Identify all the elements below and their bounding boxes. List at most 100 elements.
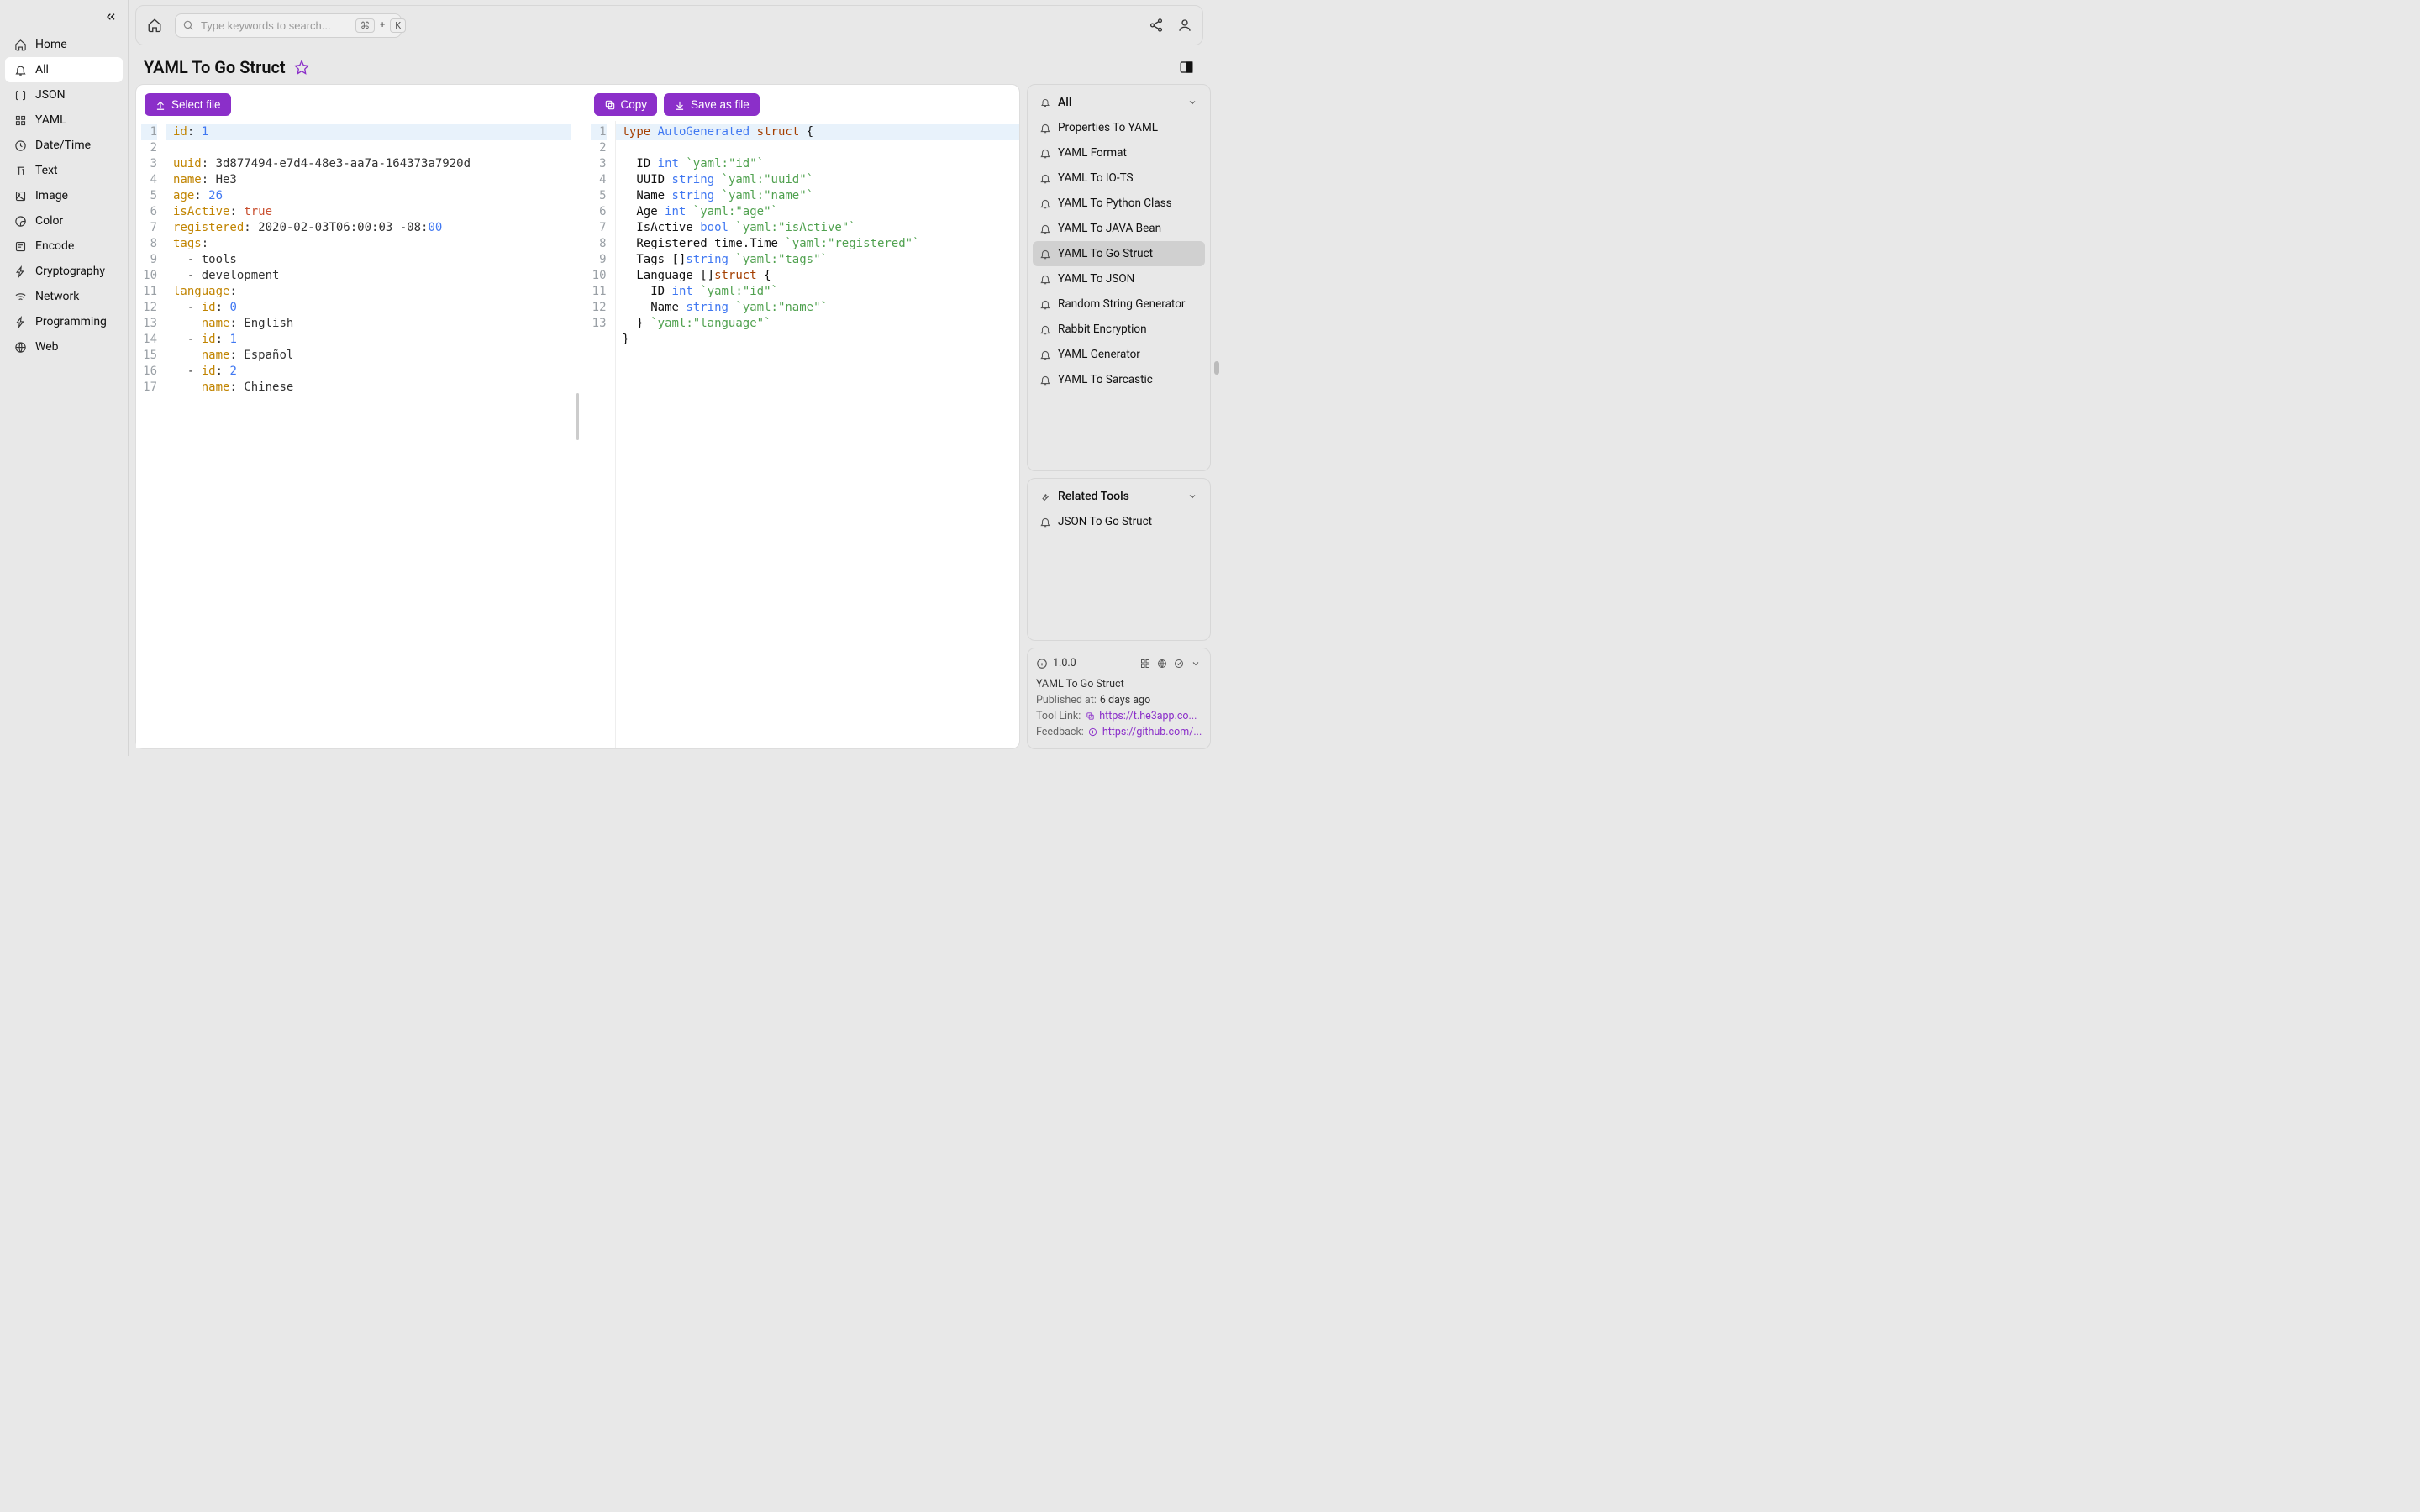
tool-item-yaml-to-go-struct[interactable]: YAML To Go Struct xyxy=(1033,241,1205,266)
save-as-file-button[interactable]: Save as file xyxy=(664,93,760,116)
sidebar-item-label: Web xyxy=(35,340,59,354)
home-button[interactable] xyxy=(145,15,165,35)
chevron-down-icon[interactable] xyxy=(1190,658,1202,669)
palette-icon xyxy=(13,214,27,228)
tool-item-yaml-format[interactable]: YAML Format xyxy=(1033,140,1205,165)
output-code-area[interactable]: 12345678910111213 type AutoGenerated str… xyxy=(586,121,1020,748)
right-panel: All Properties To YAMLYAML FormatYAML To… xyxy=(1027,84,1203,749)
input-code-area[interactable]: 1234567891011121314151617 id: 1 uuid: 3d… xyxy=(136,121,571,748)
download-icon xyxy=(674,99,686,111)
sidebar-item-image[interactable]: Image xyxy=(5,183,123,208)
tool-item-yaml-generator[interactable]: YAML Generator xyxy=(1033,342,1205,367)
code-icon xyxy=(13,315,27,328)
bell-icon xyxy=(1039,349,1051,360)
sidebar-item-label: JSON xyxy=(35,88,66,102)
related-tools-header[interactable]: Related Tools xyxy=(1033,484,1205,509)
sidebar-item-cryptography[interactable]: Cryptography xyxy=(5,259,123,284)
tool-item-label: YAML To Sarcastic xyxy=(1058,373,1153,386)
bell-icon xyxy=(1039,323,1051,335)
copy-label: Copy xyxy=(621,98,648,111)
image-icon xyxy=(13,189,27,202)
tool-item-yaml-to-json[interactable]: YAML To JSON xyxy=(1033,266,1205,291)
text-icon xyxy=(13,164,27,177)
save-as-file-label: Save as file xyxy=(691,98,750,111)
select-file-label: Select file xyxy=(171,98,221,111)
sidebar-item-programming[interactable]: Programming xyxy=(5,309,123,334)
select-file-button[interactable]: Select file xyxy=(145,93,231,116)
sidebar-item-label: YAML xyxy=(35,113,66,127)
sidebar-item-network[interactable]: Network xyxy=(5,284,123,309)
tool-item-random-string-generator[interactable]: Random String Generator xyxy=(1033,291,1205,317)
sidebar-item-label: Image xyxy=(35,189,68,202)
share-icon[interactable] xyxy=(1147,16,1165,34)
tool-item-properties-to-yaml[interactable]: Properties To YAML xyxy=(1033,115,1205,140)
chevron-down-icon xyxy=(1186,97,1198,108)
tool-item-yaml-to-python-class[interactable]: YAML To Python Class xyxy=(1033,191,1205,216)
sidebar-item-label: Cryptography xyxy=(35,265,105,278)
tool-link[interactable]: https://t.he3app.co... xyxy=(1099,710,1197,722)
collapse-sidebar-icon[interactable] xyxy=(104,10,118,24)
tool-item-rabbit-encryption[interactable]: Rabbit Encryption xyxy=(1033,317,1205,342)
tool-item-label: Random String Generator xyxy=(1058,297,1185,311)
sidebar-item-label: Home xyxy=(35,38,67,51)
sidebar-item-date-time[interactable]: Date/Time xyxy=(5,133,123,158)
split-view-icon[interactable] xyxy=(1178,60,1195,75)
related-item-json-to-go-struct[interactable]: JSON To Go Struct xyxy=(1033,509,1205,534)
tool-item-label: Rabbit Encryption xyxy=(1058,323,1147,336)
chevron-down-icon xyxy=(1186,491,1198,502)
qr-icon[interactable] xyxy=(1139,658,1151,669)
bell-icon xyxy=(1039,516,1051,528)
bell-icon xyxy=(1039,223,1051,234)
sidebar-item-web[interactable]: Web xyxy=(5,334,123,360)
related-tools-panel: Related Tools JSON To Go Struct xyxy=(1027,478,1211,641)
sidebar-item-label: Date/Time xyxy=(35,139,91,152)
favorite-star-icon[interactable] xyxy=(294,60,309,75)
search-shortcut: ⌘ + K xyxy=(355,18,406,33)
sidebar-item-color[interactable]: Color xyxy=(5,208,123,234)
bell-icon xyxy=(1039,172,1051,184)
home-icon xyxy=(13,38,27,51)
tool-item-yaml-to-java-bean[interactable]: YAML To JAVA Bean xyxy=(1033,216,1205,241)
tool-item-yaml-to-sarcastic[interactable]: YAML To Sarcastic xyxy=(1033,367,1205,392)
copy-icon xyxy=(604,99,616,111)
sidebar-item-label: Text xyxy=(35,164,58,177)
sidebar-item-json[interactable]: JSON xyxy=(5,82,123,108)
search-icon xyxy=(182,19,194,31)
upload-icon xyxy=(155,99,166,111)
brackets-icon xyxy=(13,88,27,102)
editor-divider[interactable] xyxy=(576,85,581,748)
sidebar-item-label: Color xyxy=(35,214,63,228)
sidebar-item-all[interactable]: All xyxy=(5,57,123,82)
topbar: ⌘ + K xyxy=(135,5,1203,45)
sidebar-item-label: Encode xyxy=(35,239,74,253)
tool-item-label: YAML To JAVA Bean xyxy=(1058,222,1161,235)
bell-icon xyxy=(1039,147,1051,159)
tool-item-label: YAML To Python Class xyxy=(1058,197,1172,210)
copy-button[interactable]: Copy xyxy=(594,93,658,116)
sidebar-item-label: Network xyxy=(35,290,79,303)
sidebar-item-encode[interactable]: Encode xyxy=(5,234,123,259)
clock-icon xyxy=(13,139,27,152)
user-icon[interactable] xyxy=(1176,16,1194,34)
feedback-link[interactable]: https://github.com/... xyxy=(1102,726,1202,738)
wrench-icon xyxy=(1039,491,1051,502)
all-tools-header[interactable]: All xyxy=(1033,90,1205,115)
output-editor: Copy Save as file 12345678910111213 type… xyxy=(586,85,1020,748)
globe-icon[interactable] xyxy=(1156,658,1168,669)
bell-icon xyxy=(1039,298,1051,310)
sidebar-item-text[interactable]: Text xyxy=(5,158,123,183)
search-input[interactable] xyxy=(201,19,349,32)
bell-icon xyxy=(1039,97,1051,108)
check-icon[interactable] xyxy=(1173,658,1185,669)
panel-scrollbar[interactable] xyxy=(1214,84,1219,749)
sidebar-item-label: Programming xyxy=(35,315,107,328)
tool-item-yaml-to-io-ts[interactable]: YAML To IO-TS xyxy=(1033,165,1205,191)
bell-icon xyxy=(1039,248,1051,260)
search-box[interactable]: ⌘ + K xyxy=(175,13,402,38)
sidebar-item-home[interactable]: Home xyxy=(5,32,123,57)
input-editor: Select file 1234567891011121314151617 id… xyxy=(136,85,571,748)
bell-icon xyxy=(1039,122,1051,134)
sidebar-item-yaml[interactable]: YAML xyxy=(5,108,123,133)
version-text: 1.0.0 xyxy=(1053,657,1076,669)
link-icon xyxy=(1084,710,1096,722)
